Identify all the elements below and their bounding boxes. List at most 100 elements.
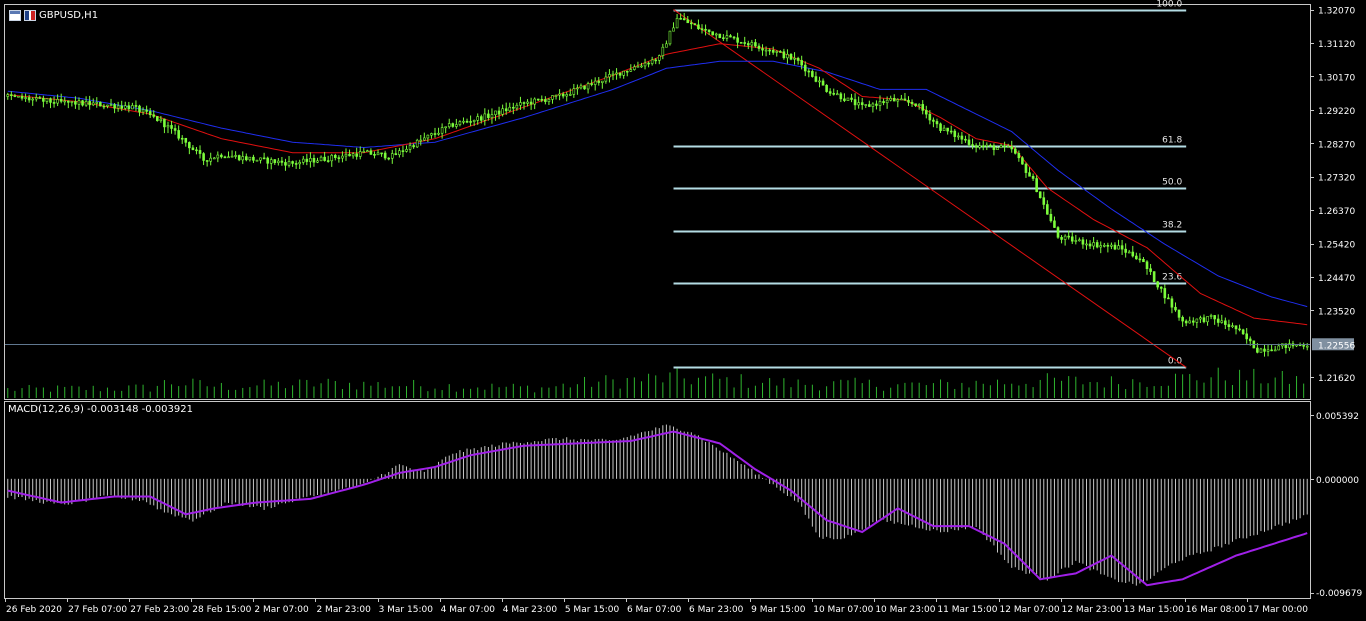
candle-body <box>1074 240 1078 242</box>
candle-body <box>330 154 334 162</box>
candle-body <box>625 70 629 73</box>
candle-body <box>390 153 394 159</box>
price-tick-label: 1.26370 <box>1318 207 1355 217</box>
price-tick-label: 1.32070 <box>1318 7 1355 17</box>
candle-body <box>768 49 771 52</box>
candle-body <box>77 100 81 105</box>
candle-body <box>857 102 860 106</box>
candle-body <box>743 42 747 44</box>
candle-body <box>1120 245 1124 250</box>
candle-body <box>312 158 316 163</box>
candle-body <box>1028 172 1031 177</box>
candle-body <box>597 80 601 83</box>
candle-body <box>52 102 56 104</box>
candle-body <box>42 97 45 102</box>
candle-body <box>544 99 547 102</box>
price-tick-label: 1.23520 <box>1318 307 1355 317</box>
candle-body <box>839 93 843 100</box>
candle-body <box>1213 315 1216 320</box>
candle-body <box>234 155 237 157</box>
candle-body <box>711 31 714 36</box>
candle-body <box>1184 320 1188 324</box>
candle-body <box>501 108 504 115</box>
candle-body <box>1188 320 1192 324</box>
candle-body <box>551 95 554 100</box>
candle-body <box>864 104 868 106</box>
price-tick-label: 1.28270 <box>1318 140 1355 150</box>
candle-body <box>1135 255 1138 260</box>
candle-body <box>351 153 355 157</box>
candle-body <box>665 43 668 48</box>
candle-body <box>494 110 497 115</box>
candle-body <box>590 83 593 85</box>
time-tick-label: 10 Mar 07:00 <box>813 605 873 615</box>
candle-body <box>67 100 70 103</box>
candle-body <box>843 98 846 101</box>
candle-body <box>690 22 693 25</box>
candle-body <box>736 37 739 43</box>
macd-tick-label: 0.000000 <box>1316 476 1359 486</box>
candle-body <box>444 126 447 129</box>
candle-body <box>1263 348 1266 352</box>
candle-body <box>693 23 697 26</box>
candle-body <box>1241 329 1245 335</box>
candle-body <box>412 145 415 148</box>
candle-body <box>1227 324 1231 328</box>
candle-body <box>17 95 20 98</box>
candle-body <box>1206 316 1209 323</box>
candle-body <box>761 48 764 51</box>
candle-body <box>1070 236 1074 242</box>
candle-body <box>793 57 796 60</box>
candle-body <box>967 139 971 145</box>
price-pane-frame <box>4 4 1311 400</box>
price-tick-label: 1.25420 <box>1318 241 1355 251</box>
current-price-label: 1.22556 <box>1318 341 1355 351</box>
candle-body <box>832 93 836 95</box>
candle-body <box>241 156 245 161</box>
fib-level-label: 100.0 <box>1156 0 1182 10</box>
candle-body <box>775 51 779 53</box>
candle-body <box>180 137 184 140</box>
candle-body <box>366 150 369 153</box>
candle-body <box>394 153 398 156</box>
time-tick-label: 6 Mar 23:00 <box>689 605 744 615</box>
candle-body <box>515 104 519 109</box>
candle-body <box>1256 347 1259 353</box>
candle-body <box>88 101 91 106</box>
candle-body <box>1163 288 1167 299</box>
candle-body <box>309 158 312 162</box>
candle-body <box>81 100 84 106</box>
fib-level-label: 0.0 <box>1168 357 1183 367</box>
time-tick-label: 26 Feb 2020 <box>6 605 62 615</box>
candle-body <box>1078 239 1081 242</box>
candle-body <box>63 100 67 103</box>
candle-body <box>526 101 529 104</box>
candle-body <box>825 84 828 92</box>
macd-tick-label: 0.005392 <box>1316 412 1359 422</box>
fibonacci-layer[interactable]: 100.0 61.8 50.0 38.2 23.6 0.0 <box>673 0 1187 369</box>
chart-area[interactable]: 100.061.850.038.223.60.0 1.320701.311201… <box>0 0 1366 621</box>
candle-body <box>828 91 832 94</box>
candle-body <box>170 125 173 129</box>
candle-body <box>921 104 925 111</box>
candle-body <box>508 106 512 112</box>
candle-body <box>554 94 558 97</box>
candle-body <box>928 113 932 121</box>
candle-body <box>220 154 223 158</box>
candle-body <box>31 98 35 101</box>
candle-body <box>398 150 401 156</box>
chart-title: GBPUSD,H1 <box>9 8 98 22</box>
candle-body <box>166 125 170 128</box>
candle-body <box>245 156 248 161</box>
candle-body <box>1046 204 1049 215</box>
candle-body <box>458 121 462 125</box>
fib-level-label: 38.2 <box>1162 221 1182 231</box>
candle-body <box>1117 245 1120 250</box>
candle-body <box>1053 220 1056 228</box>
candle-body <box>1177 309 1181 318</box>
candle-body <box>1142 259 1145 263</box>
candle-body <box>262 157 266 160</box>
candle-body <box>900 98 903 101</box>
candle-body <box>782 51 786 59</box>
candle-body <box>326 160 330 162</box>
